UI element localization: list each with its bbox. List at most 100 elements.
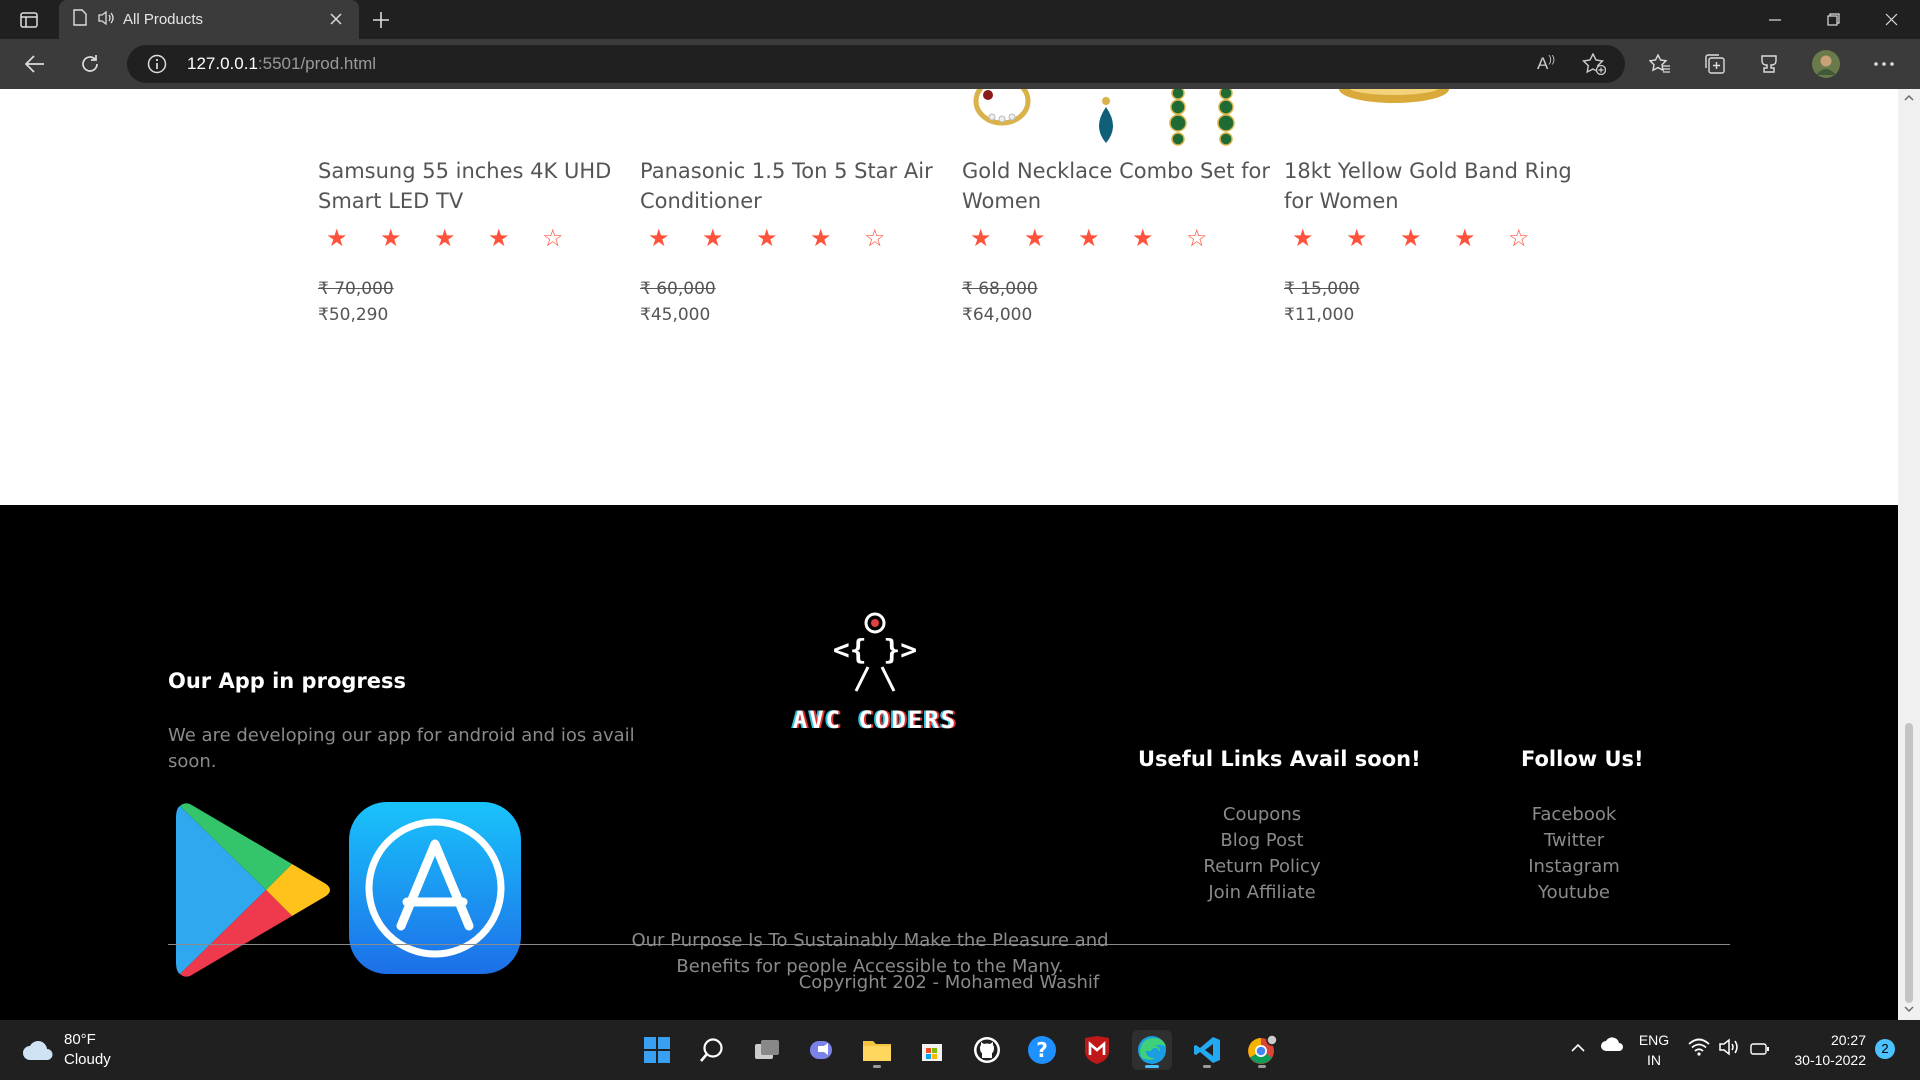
star-outline-icon: ☆ [542, 224, 564, 252]
useful-links-title: Useful Links Avail soon! [1138, 747, 1421, 771]
show-hidden-icons[interactable] [1570, 1038, 1586, 1058]
page-viewport: Samsung 55 inches 4K UHD Smart LED TV ★ … [0, 89, 1898, 1020]
product-image[interactable] [640, 89, 950, 149]
address-bar[interactable]: 127.0.0.1:5501/prod.html A)) [127, 45, 1625, 83]
notification-badge[interactable]: 2 [1875, 1039, 1895, 1059]
volume-icon[interactable] [1718, 1038, 1740, 1061]
taskbar: 80°F Cloudy ? ENG IN 20:27 30-10-2022 [0, 1020, 1920, 1080]
sale-price: ₹11,000 [1284, 305, 1355, 325]
return-policy-link[interactable]: Return Policy [1162, 854, 1362, 880]
start-icon[interactable] [637, 1030, 677, 1070]
input-language[interactable]: ENG IN [1634, 1030, 1674, 1070]
read-aloud-icon[interactable]: A)) [1537, 54, 1555, 74]
collections-icon[interactable] [1699, 48, 1731, 80]
star-filled-icon: ★ [1454, 224, 1476, 252]
back-icon[interactable] [18, 48, 52, 80]
speaker-icon[interactable] [97, 10, 115, 30]
close-tab-icon[interactable] [327, 10, 345, 28]
star-filled-icon: ★ [434, 224, 456, 252]
scroll-down-icon[interactable] [1904, 1004, 1914, 1014]
product-rating: ★ ★ ★ ★ ☆ [648, 224, 918, 252]
microsoft-store-icon[interactable] [912, 1030, 952, 1070]
more-options-icon[interactable] [1868, 48, 1900, 80]
running-indicator [873, 1065, 881, 1068]
site-info-icon[interactable] [147, 54, 167, 78]
star-filled-icon: ★ [810, 224, 832, 252]
edge-browser-icon[interactable] [1132, 1030, 1172, 1070]
vscode-icon[interactable] [1187, 1030, 1227, 1070]
close-window-button[interactable] [1862, 0, 1920, 39]
join-affiliate-link[interactable]: Join Affiliate [1162, 880, 1362, 906]
tab-all-products[interactable]: All Products [59, 0, 359, 39]
running-indicator [1203, 1065, 1211, 1068]
useful-links-list: Coupons Blog Post Return Policy Join Aff… [1162, 802, 1362, 906]
file-explorer-icon[interactable] [857, 1030, 897, 1070]
twitter-link[interactable]: Twitter [1474, 828, 1674, 854]
new-tab-button[interactable] [368, 7, 394, 33]
task-view-icon[interactable] [747, 1030, 787, 1070]
teams-chat-icon[interactable] [802, 1030, 842, 1070]
favorites-icon[interactable] [1644, 48, 1676, 80]
product-card[interactable]: Panasonic 1.5 Ton 5 Star Air Conditioner… [640, 89, 950, 349]
product-image[interactable] [1284, 89, 1594, 149]
product-name[interactable]: Gold Necklace Combo Set for Women [962, 156, 1272, 216]
original-price: ₹ 70,000 [318, 279, 394, 299]
chrome-icon[interactable] [1242, 1030, 1282, 1070]
battery-icon[interactable] [1750, 1040, 1770, 1060]
page-scrollbar[interactable] [1898, 89, 1920, 1020]
help-icon[interactable]: ? [1022, 1030, 1062, 1070]
product-image[interactable] [318, 89, 628, 149]
coupons-link[interactable]: Coupons [1162, 802, 1362, 828]
facebook-link[interactable]: Facebook [1474, 802, 1674, 828]
star-filled-icon: ★ [326, 224, 348, 252]
minimize-button[interactable] [1746, 0, 1804, 39]
copyright-text: Copyright 202 - Mohamed Washif [798, 972, 1100, 993]
google-play-icon[interactable] [176, 802, 334, 982]
product-card[interactable]: 18kt Yellow Gold Band Ring for Women ★ ★… [1284, 89, 1594, 349]
product-name[interactable]: Samsung 55 inches 4K UHD Smart LED TV [318, 156, 628, 216]
language-code: ENG [1638, 1032, 1670, 1048]
restore-button[interactable] [1804, 0, 1862, 39]
star-filled-icon: ★ [1024, 224, 1046, 252]
github-icon[interactable] [967, 1030, 1007, 1070]
instagram-link[interactable]: Instagram [1474, 854, 1674, 880]
temperature: 80°F [64, 1031, 96, 1048]
search-icon[interactable] [692, 1030, 732, 1070]
product-rating: ★ ★ ★ ★ ☆ [970, 224, 1240, 252]
extensions-icon[interactable] [1753, 48, 1785, 80]
title-bar: All Products [0, 0, 1920, 39]
scroll-thumb[interactable] [1905, 723, 1913, 1003]
url-text[interactable]: 127.0.0.1:5501/prod.html [187, 54, 376, 74]
footer-divider [168, 944, 1730, 945]
cloud-icon [23, 1041, 53, 1060]
clock[interactable]: 20:27 30-10-2022 [1786, 1030, 1866, 1070]
tab-actions-icon[interactable] [16, 8, 42, 32]
product-rating: ★ ★ ★ ★ ☆ [326, 224, 596, 252]
product-card[interactable]: Gold Necklace Combo Set for Women ★ ★ ★ … [962, 89, 1272, 349]
svg-text:?: ? [1036, 1038, 1048, 1062]
star-filled-icon: ★ [756, 224, 778, 252]
add-favorite-icon[interactable] [1581, 52, 1607, 79]
follow-us-title: Follow Us! [1521, 747, 1644, 771]
product-card[interactable]: Samsung 55 inches 4K UHD Smart LED TV ★ … [318, 89, 628, 349]
app-store-icon[interactable] [349, 802, 521, 978]
onedrive-icon[interactable] [1600, 1036, 1624, 1057]
product-name[interactable]: Panasonic 1.5 Ton 5 Star Air Conditioner [640, 156, 950, 216]
active-indicator [1145, 1065, 1159, 1068]
mcafee-icon[interactable] [1077, 1030, 1117, 1070]
profile-avatar[interactable] [1810, 48, 1842, 80]
sale-price: ₹64,000 [962, 305, 1033, 325]
browser-toolbar: 127.0.0.1:5501/prod.html A)) [0, 39, 1920, 89]
weather-condition: Cloudy [64, 1051, 111, 1068]
youtube-link[interactable]: Youtube [1474, 880, 1674, 906]
star-filled-icon: ★ [1400, 224, 1422, 252]
weather-widget[interactable]: 80°F Cloudy [22, 1030, 111, 1070]
star-filled-icon: ★ [648, 224, 670, 252]
product-image[interactable] [962, 89, 1272, 149]
blog-post-link[interactable]: Blog Post [1162, 828, 1362, 854]
scroll-up-icon[interactable] [1904, 93, 1914, 103]
star-outline-icon: ☆ [864, 224, 886, 252]
wifi-icon[interactable] [1688, 1038, 1710, 1061]
product-name[interactable]: 18kt Yellow Gold Band Ring for Women [1284, 156, 1594, 216]
refresh-icon[interactable] [73, 48, 107, 80]
